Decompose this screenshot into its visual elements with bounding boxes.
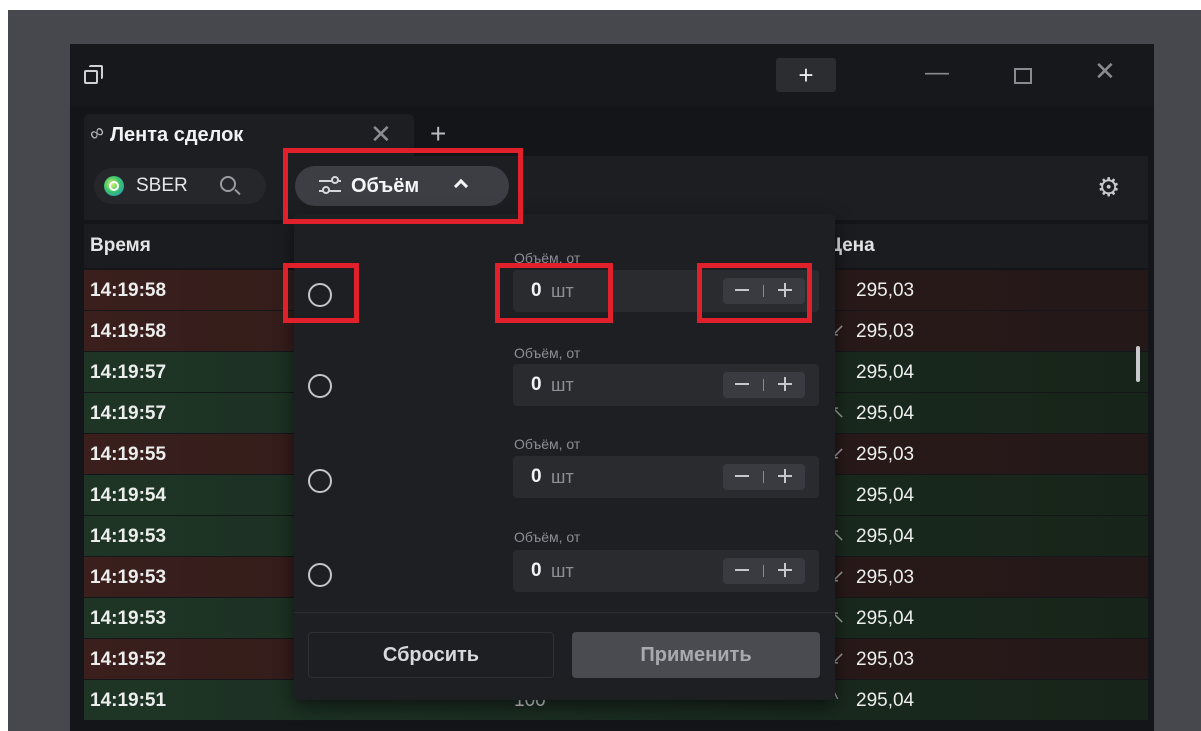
ticker-selector[interactable]: SBER [94,168,266,204]
trade-price: 295,04 [856,485,915,506]
volume-from-label: Объём, от [514,345,581,361]
volume-from-input[interactable]: 0 шт [513,550,819,592]
volume-stepper[interactable] [723,464,805,490]
plus-icon-stroke [784,563,786,577]
tab-close-icon[interactable]: ✕ [370,119,392,150]
stepper-divider [763,471,764,483]
stepper-divider [763,379,764,391]
trade-price: 295,03 [856,649,915,670]
filter-radio[interactable] [308,374,332,398]
highlight-radio [283,263,359,323]
volume-stepper[interactable] [723,372,805,398]
maximize-icon[interactable] [1014,68,1032,84]
search-icon[interactable] [220,176,236,192]
plus-icon-stroke [784,377,786,391]
trade-price: 295,04 [856,526,915,547]
reset-button[interactable]: Сбросить [308,632,554,678]
minus-icon[interactable] [735,569,749,571]
tab-bar: ∞ Лента сделок ✕ + [84,114,1148,158]
detach-window-icon[interactable] [82,64,104,86]
highlight-stepper [697,263,812,323]
volume-from-label: Объём, от [514,436,581,452]
trade-time: 14:19:55 [90,444,167,465]
trade-time: 14:19:51 [90,690,167,711]
volume-from-input[interactable]: 0 шт [513,456,819,498]
minimize-icon[interactable]: — [925,61,949,85]
highlight-filter-button [283,148,523,224]
add-tab-button[interactable]: + [430,118,446,150]
widget-toolbar: SBER Объём ⚙ [84,156,1148,220]
volume-stepper[interactable] [723,558,805,584]
volume-value: 0 [531,466,542,487]
trade-time: 14:19:54 [90,485,167,506]
close-window-icon[interactable]: ✕ [1094,58,1116,84]
trade-time: 14:19:53 [90,608,167,629]
ticker-symbol: SBER [136,175,188,196]
volume-value: 0 [531,560,542,581]
trade-price: 295,03 [856,444,915,465]
minus-icon[interactable] [735,475,749,477]
minus-icon[interactable] [735,383,749,385]
column-header-price[interactable]: Цена [828,235,875,257]
volume-value: 0 [531,374,542,395]
add-widget-button[interactable]: + [776,58,836,92]
trade-time: 14:19:58 [90,321,167,342]
window-titlebar: + — ✕ [70,44,1154,106]
trade-time: 14:19:57 [90,362,167,383]
trade-price: 295,04 [856,362,915,383]
trade-price: 295,03 [856,280,915,301]
tab-title: Лента сделок [110,124,244,146]
gear-icon[interactable]: ⚙ [1097,174,1123,200]
volume-unit: шт [551,561,574,581]
plus-icon-stroke [784,469,786,483]
filter-radio[interactable] [308,563,332,587]
sber-logo-icon [104,176,124,196]
volume-from-label: Объём, от [514,529,581,545]
apply-button[interactable]: Применить [572,632,820,678]
trade-price: 295,03 [856,321,915,342]
volume-unit: шт [551,375,574,395]
trade-price: 295,04 [856,690,915,711]
link-icon: ∞ [85,119,109,147]
highlight-volume-input [495,263,613,323]
column-header-time[interactable]: Время [90,235,151,257]
dropdown-divider [294,612,835,613]
trade-time: 14:19:58 [90,280,167,301]
volume-unit: шт [551,467,574,487]
volume-from-input[interactable]: 0 шт [513,364,819,406]
trade-price: 295,03 [856,567,915,588]
trade-price: 295,04 [856,608,915,629]
trade-time: 14:19:53 [90,567,167,588]
filter-radio[interactable] [308,469,332,493]
stepper-divider [763,565,764,577]
scrollbar-thumb[interactable] [1136,346,1140,382]
trade-time: 14:19:52 [90,649,167,670]
trade-time: 14:19:57 [90,403,167,424]
trade-price: 295,04 [856,403,915,424]
trade-time: 14:19:53 [90,526,167,547]
